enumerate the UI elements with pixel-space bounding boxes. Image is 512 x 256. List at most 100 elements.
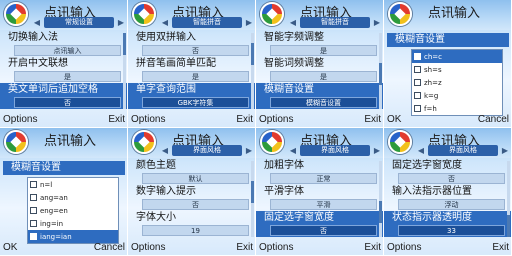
- left-softkey[interactable]: Options: [131, 242, 165, 253]
- setting-row[interactable]: 模糊音设置 模糊音设置: [256, 83, 383, 109]
- fuzzy-option[interactable]: ch=c: [412, 50, 502, 63]
- setting-value[interactable]: 否: [14, 97, 121, 108]
- checkbox[interactable]: [30, 207, 37, 214]
- setting-value[interactable]: 否: [142, 45, 249, 56]
- tab-left-arrow-icon[interactable]: ◀: [288, 17, 298, 28]
- scrollbar-thumb[interactable]: [379, 63, 382, 85]
- checkbox[interactable]: [414, 53, 421, 60]
- setting-value[interactable]: 是: [270, 45, 377, 56]
- setting-value[interactable]: 是: [14, 71, 121, 82]
- setting-row[interactable]: 固定选字窗宽度否: [384, 159, 511, 185]
- checkbox[interactable]: [30, 181, 37, 188]
- right-softkey[interactable]: Exit: [364, 114, 381, 125]
- tab-right-arrow-icon[interactable]: ▶: [244, 145, 254, 156]
- setting-row[interactable]: 状态指示器透明度 33: [384, 211, 511, 237]
- setting-row[interactable]: 智能词频调整是: [256, 57, 383, 83]
- scrollbar[interactable]: [251, 33, 254, 109]
- setting-value[interactable]: 默认: [142, 173, 249, 184]
- scrollbar-thumb[interactable]: [251, 181, 254, 203]
- setting-row[interactable]: 切换输入法 点讯输入: [0, 31, 127, 57]
- tab-navigation[interactable]: ◀ 界面风格 ▶: [416, 145, 510, 157]
- fuzzy-option[interactable]: sh=s: [412, 63, 502, 76]
- right-softkey[interactable]: Exit: [236, 114, 253, 125]
- scrollbar[interactable]: [379, 33, 382, 109]
- left-softkey[interactable]: OK: [387, 114, 401, 125]
- scrollbar-thumb[interactable]: [123, 33, 126, 55]
- tab-left-arrow-icon[interactable]: ◀: [160, 17, 170, 28]
- setting-value[interactable]: 是: [142, 71, 249, 82]
- checkbox[interactable]: [30, 194, 37, 201]
- right-softkey[interactable]: Cancel: [478, 114, 509, 125]
- left-softkey[interactable]: OK: [3, 242, 17, 253]
- tab-right-arrow-icon[interactable]: ▶: [244, 17, 254, 28]
- scrollbar[interactable]: [123, 33, 126, 109]
- scrollbar-thumb[interactable]: [379, 201, 382, 223]
- tab-navigation[interactable]: ◀ 常规设置 ▶: [32, 17, 126, 29]
- right-softkey[interactable]: Cancel: [94, 242, 125, 253]
- setting-row[interactable]: 加粗字体 正常: [256, 159, 383, 185]
- right-softkey[interactable]: Exit: [492, 242, 509, 253]
- setting-value[interactable]: 正常: [270, 173, 377, 184]
- tab-navigation[interactable]: ◀ 界面风格 ▶: [160, 145, 254, 157]
- setting-row[interactable]: 颜色主题 默认: [128, 159, 255, 185]
- tab-right-arrow-icon[interactable]: ▶: [372, 145, 382, 156]
- left-softkey[interactable]: Options: [259, 242, 293, 253]
- tab-right-arrow-icon[interactable]: ▶: [500, 145, 510, 156]
- fuzzy-option[interactable]: zh=z: [412, 76, 502, 89]
- right-softkey[interactable]: Exit: [236, 242, 253, 253]
- setting-value[interactable]: 是: [270, 71, 377, 82]
- checkbox[interactable]: [30, 220, 37, 227]
- setting-value[interactable]: 否: [142, 199, 249, 210]
- setting-value[interactable]: 19: [142, 225, 249, 236]
- checkbox[interactable]: [414, 66, 421, 73]
- setting-value[interactable]: 平滑: [270, 199, 377, 210]
- setting-row[interactable]: 字体大小 19: [128, 211, 255, 237]
- tab-navigation[interactable]: ◀ 界面风格 ▶: [288, 145, 382, 157]
- scrollbar[interactable]: [251, 161, 254, 237]
- tab-left-arrow-icon[interactable]: ◀: [288, 145, 298, 156]
- fuzzy-option[interactable]: ing=in: [28, 217, 118, 230]
- checkbox[interactable]: [414, 79, 421, 86]
- setting-value[interactable]: 否: [270, 225, 377, 236]
- checkbox[interactable]: [414, 92, 421, 99]
- tab-left-arrow-icon[interactable]: ◀: [416, 145, 426, 156]
- setting-row[interactable]: 数字输入提示否: [128, 185, 255, 211]
- left-softkey[interactable]: Options: [131, 114, 165, 125]
- tab-navigation[interactable]: ◀ 智能拼音 ▶: [160, 17, 254, 29]
- tab-navigation[interactable]: ◀ 智能拼音 ▶: [288, 17, 382, 29]
- setting-value[interactable]: 33: [398, 225, 505, 236]
- left-softkey[interactable]: Options: [259, 114, 293, 125]
- setting-row[interactable]: 平滑字体 平滑: [256, 185, 383, 211]
- tab-left-arrow-icon[interactable]: ◀: [160, 145, 170, 156]
- scrollbar-thumb[interactable]: [251, 43, 254, 65]
- fuzzy-option[interactable]: eng=en: [28, 204, 118, 217]
- setting-row[interactable]: 英文单词后追加空格否: [0, 83, 127, 109]
- setting-label: 固定选字窗宽度: [264, 212, 334, 223]
- fuzzy-checkbox-list: n=l ang=an eng=en ing=in iang=ian: [27, 177, 119, 244]
- right-softkey[interactable]: Exit: [364, 242, 381, 253]
- setting-row[interactable]: 开启中文联想是: [0, 57, 127, 83]
- tab-right-arrow-icon[interactable]: ▶: [372, 17, 382, 28]
- setting-row[interactable]: 使用双拼输入否: [128, 31, 255, 57]
- setting-row[interactable]: 单字查询范围 GBK字符集: [128, 83, 255, 109]
- left-softkey[interactable]: Options: [3, 114, 37, 125]
- setting-value[interactable]: 否: [398, 173, 505, 184]
- fuzzy-option[interactable]: n=l: [28, 178, 118, 191]
- scrollbar[interactable]: [379, 161, 382, 237]
- setting-row[interactable]: 固定选字窗宽度否: [256, 211, 383, 237]
- setting-row[interactable]: 输入法指示器位置 浮动: [384, 185, 511, 211]
- right-softkey[interactable]: Exit: [108, 114, 125, 125]
- tab-left-arrow-icon[interactable]: ◀: [32, 17, 42, 28]
- scrollbar[interactable]: [507, 161, 510, 237]
- left-softkey[interactable]: Options: [387, 242, 421, 253]
- fuzzy-option[interactable]: k=g: [412, 89, 502, 102]
- setting-value[interactable]: 点讯输入: [14, 45, 121, 56]
- setting-value[interactable]: 浮动: [398, 199, 505, 210]
- setting-row[interactable]: 拼音笔画简单匹配是: [128, 57, 255, 83]
- setting-row[interactable]: 智能字频调整是: [256, 31, 383, 57]
- fuzzy-option[interactable]: ang=an: [28, 191, 118, 204]
- setting-value[interactable]: 模糊音设置: [270, 97, 377, 108]
- scrollbar-thumb[interactable]: [507, 215, 510, 237]
- tab-right-arrow-icon[interactable]: ▶: [116, 17, 126, 28]
- setting-value[interactable]: GBK字符集: [142, 97, 249, 108]
